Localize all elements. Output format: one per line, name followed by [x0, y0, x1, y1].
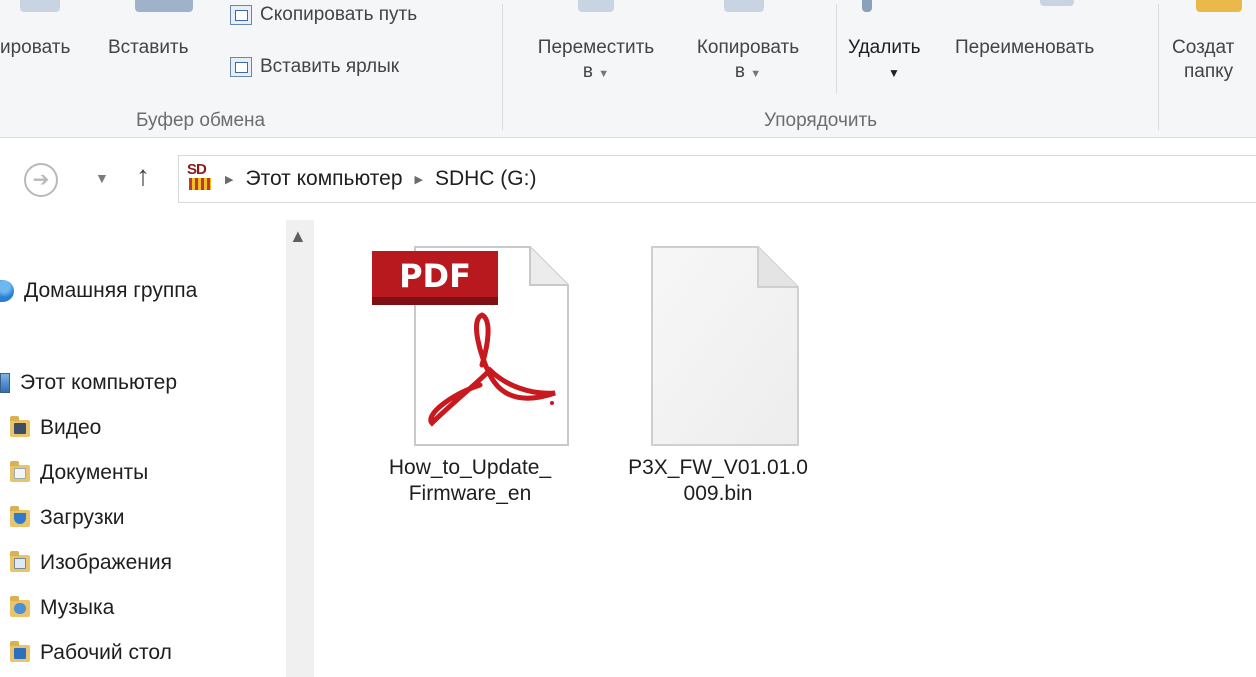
paste-button[interactable]: Вставить [108, 36, 189, 60]
sidebar-item-label: Этот компьютер [20, 371, 178, 394]
sidebar-item-documents[interactable]: Документы [10, 460, 149, 485]
copy-path-button[interactable]: Скопировать путь [230, 4, 417, 26]
pdf-label: PDF [399, 257, 471, 295]
desktop-folder-icon [10, 640, 30, 662]
file-item[interactable]: P3X_FW_V01.01.0 009.bin [620, 245, 820, 520]
breadcrumb-sdhc[interactable]: SDHC (G:) [435, 167, 537, 191]
computer-icon [0, 373, 10, 393]
video-folder-icon [10, 415, 30, 437]
move-to-label: Переместить [537, 37, 655, 58]
copy-to-button[interactable]: Копировать в ▼ [678, 36, 818, 86]
copy-icon [20, 0, 60, 12]
sidebar-item-video[interactable]: Видео [10, 415, 102, 440]
blank-file-icon [651, 246, 799, 446]
rename-icon [1040, 0, 1074, 6]
recent-locations-dropdown-icon[interactable]: ▼ [95, 170, 109, 186]
navigation-pane-scrollbar[interactable] [286, 220, 314, 677]
ribbon-separator [836, 4, 837, 94]
file-item[interactable]: PDF How_to_Update_ Firmware_en [370, 245, 570, 520]
move-to-label-2: в [582, 61, 593, 82]
sidebar-item-label: Видео [40, 416, 102, 439]
delete-button[interactable]: Удалить [848, 36, 921, 60]
ribbon-separator [502, 4, 503, 130]
sidebar-item-downloads[interactable]: Загрузки [10, 505, 125, 530]
breadcrumb-separator-icon[interactable]: ▶ [225, 173, 233, 186]
sidebar-item-pictures[interactable]: Изображения [10, 550, 172, 575]
pictures-folder-icon [10, 550, 30, 572]
ribbon: ировать Вставить Скопировать путь Встави… [0, 0, 1256, 138]
pdf-file-icon: PDF [372, 246, 569, 446]
address-bar[interactable]: SD ▶ Этот компьютер ▶ SDHC (G:) [178, 155, 1256, 203]
sidebar-item-label: Музыка [40, 596, 115, 619]
sidebar-item-label: Изображения [40, 551, 172, 574]
copy-button[interactable]: ировать [0, 36, 70, 60]
paste-shortcut-label: Вставить ярлык [260, 56, 400, 77]
chevron-down-icon: ▼ [598, 68, 610, 80]
up-arrow-icon[interactable]: ↑ [136, 160, 150, 192]
documents-folder-icon [10, 460, 30, 482]
delete-label: Удалить [848, 37, 921, 58]
chevron-down-icon: ▼ [750, 68, 762, 80]
scroll-up-arrow-icon[interactable]: ▲ [289, 226, 307, 247]
rename-label: Переименовать [955, 37, 1095, 58]
copy-button-label: ировать [0, 37, 71, 58]
sidebar-item-label: Документы [40, 461, 149, 484]
back-arrow-icon[interactable]: ➔ [24, 163, 58, 197]
copy-to-label-2: в [734, 61, 745, 82]
sidebar-item-homegroup[interactable]: Домашняя группа [0, 279, 197, 303]
breadcrumb-this-pc[interactable]: Этот компьютер [245, 167, 402, 191]
organize-group-label: Упорядочить [764, 110, 878, 131]
copy-to-label: Копировать [696, 37, 800, 58]
copy-path-icon [230, 5, 252, 25]
move-to-button[interactable]: Переместить в ▼ [516, 36, 676, 86]
ribbon-separator [1158, 4, 1159, 130]
delete-dropdown-icon[interactable]: ▼ [888, 66, 900, 80]
homegroup-icon [0, 280, 14, 302]
copy-to-icon [724, 0, 764, 12]
new-folder-icon [1196, 0, 1242, 12]
file-name: P3X_FW_V01.01.0 009.bin [628, 456, 808, 505]
sidebar-item-label: Рабочий стол [40, 641, 172, 664]
music-folder-icon [10, 595, 30, 617]
sidebar-item-desktop[interactable]: Рабочий стол [10, 640, 172, 665]
sidebar-item-label: Загрузки [40, 506, 125, 529]
downloads-folder-icon [10, 505, 30, 527]
file-name: How_to_Update_ Firmware_en [388, 456, 552, 505]
sd-card-icon: SD [187, 162, 213, 196]
paste-icon [135, 0, 193, 12]
delete-icon [862, 0, 872, 12]
new-folder-button[interactable]: Создат папку [1172, 36, 1256, 84]
paste-button-label: Вставить [108, 37, 189, 58]
copy-path-label: Скопировать путь [260, 4, 418, 25]
sidebar-item-this-pc[interactable]: Этот компьютер [0, 371, 177, 395]
paste-shortcut-button[interactable]: Вставить ярлык [230, 56, 399, 78]
breadcrumb-separator-icon[interactable]: ▶ [415, 173, 423, 186]
new-folder-label: Создат [1172, 37, 1235, 58]
paste-shortcut-icon [230, 57, 252, 77]
rename-button[interactable]: Переименовать [955, 36, 1094, 60]
sidebar-item-music[interactable]: Музыка [10, 595, 115, 620]
clipboard-group-label: Буфер обмена [136, 110, 266, 131]
new-folder-label-2: папку [1184, 61, 1234, 82]
sidebar-item-label: Домашняя группа [24, 279, 198, 302]
move-to-icon [578, 0, 614, 12]
